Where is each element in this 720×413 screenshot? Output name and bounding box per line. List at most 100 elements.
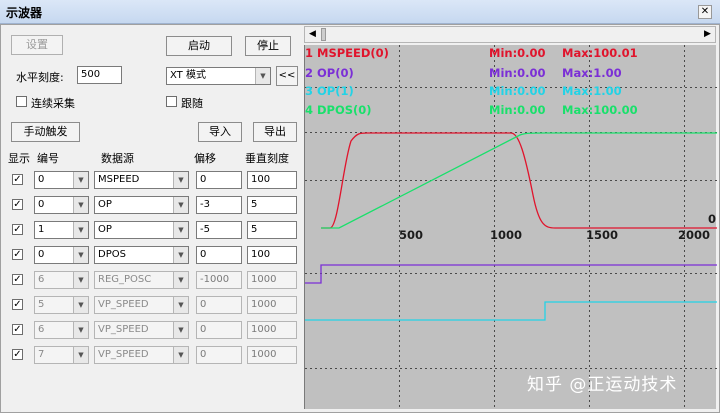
row-source-select[interactable]: MSPEED ▼ <box>94 171 189 189</box>
row-source-select[interactable]: REG_POSC ▼ <box>94 271 189 289</box>
legend-4-min: Min:0.00 <box>489 103 546 117</box>
row-source-value: OP <box>98 199 112 210</box>
row-show-checkbox[interactable]: ✓ <box>12 324 23 335</box>
row-scale-input[interactable]: 5 <box>247 221 297 239</box>
row-source-value: VP_SPEED <box>98 324 149 335</box>
row-number-value: 0 <box>38 174 45 185</box>
row-offset-input[interactable]: 0 <box>196 171 242 189</box>
row-offset-input[interactable]: 0 <box>196 321 242 339</box>
row-scale-input[interactable]: 100 <box>247 171 297 189</box>
header-show: 显示 <box>8 152 30 165</box>
row-number-select[interactable]: 6 ▼ <box>34 321 89 339</box>
oscilloscope-plot[interactable]: 1 MSPEED(0) Min:0.00 Max:100.01 2 OP(0) … <box>304 45 717 409</box>
row-number-select[interactable]: 5 ▼ <box>34 296 89 314</box>
row-number-select[interactable]: 0 ▼ <box>34 196 89 214</box>
legend-4-max: Max:100.00 <box>562 103 638 117</box>
chevron-down-icon: ▼ <box>173 197 188 213</box>
row-offset-input[interactable]: -5 <box>196 221 242 239</box>
settings-button[interactable]: 设置 <box>11 35 63 55</box>
row-show-checkbox[interactable]: ✓ <box>12 174 23 185</box>
row-source-value: MSPEED <box>98 174 140 185</box>
row-scale-input[interactable]: 1000 <box>247 271 297 289</box>
chevron-down-icon: ▼ <box>173 172 188 188</box>
row-number-select[interactable]: 1 ▼ <box>34 221 89 239</box>
row-number-value: 7 <box>38 349 45 360</box>
row-offset-input[interactable]: -1000 <box>196 271 242 289</box>
row-show-checkbox[interactable]: ✓ <box>12 199 23 210</box>
row-offset-input[interactable]: 0 <box>196 296 242 314</box>
row-offset-input[interactable]: 0 <box>196 346 242 364</box>
legend-1-max: Max:100.01 <box>562 46 638 60</box>
collapse-panel-button[interactable]: << <box>276 66 298 86</box>
row-scale-input[interactable]: 5 <box>247 196 297 214</box>
horizontal-scale-input[interactable]: 500 <box>77 66 122 84</box>
chevron-down-icon: ▼ <box>73 197 88 213</box>
scroll-right-icon[interactable]: ▶ <box>700 27 715 42</box>
row-source-select[interactable]: VP_SPEED ▼ <box>94 296 189 314</box>
import-button[interactable]: 导入 <box>198 122 242 142</box>
follow-checkbox[interactable] <box>166 96 177 107</box>
y-zero-label: 0 <box>708 212 717 226</box>
watermark-text: 知乎 @正运动技术 <box>527 375 678 395</box>
horizontal-scrollbar[interactable]: ◀ ▶ <box>304 26 716 43</box>
row-number-select[interactable]: 0 ▼ <box>34 171 89 189</box>
legend-2-max: Max:1.00 <box>562 66 622 80</box>
row-number-value: 0 <box>38 249 45 260</box>
legend-2-min: Min:0.00 <box>489 66 546 80</box>
row-source-select[interactable]: VP_SPEED ▼ <box>94 321 189 339</box>
stop-button[interactable]: 停止 <box>245 36 291 56</box>
chevron-down-icon: ▼ <box>173 272 188 288</box>
row-number-select[interactable]: 6 ▼ <box>34 271 89 289</box>
legend-3-name: 3 OP(1) <box>305 84 354 98</box>
x-tick-1500: 1500 <box>586 228 619 242</box>
chevron-down-icon: ▼ <box>73 272 88 288</box>
row-source-value: VP_SPEED <box>98 349 149 360</box>
start-button[interactable]: 启动 <box>166 36 232 56</box>
mode-select[interactable]: XT 模式 ▼ <box>166 67 271 85</box>
follow-label: 跟随 <box>181 97 203 110</box>
trace-op1 <box>305 301 717 321</box>
horizontal-scale-label: 水平刻度: <box>16 71 64 84</box>
row-number-select[interactable]: 0 ▼ <box>34 246 89 264</box>
row-show-checkbox[interactable]: ✓ <box>12 299 23 310</box>
row-show-checkbox[interactable]: ✓ <box>12 224 23 235</box>
row-show-checkbox[interactable]: ✓ <box>12 249 23 260</box>
chevron-down-icon: ▼ <box>73 172 88 188</box>
row-scale-input[interactable]: 1000 <box>247 321 297 339</box>
row-offset-input[interactable]: -3 <box>196 196 242 214</box>
row-scale-input[interactable]: 1000 <box>247 346 297 364</box>
row-number-value: 0 <box>38 199 45 210</box>
chevron-down-icon: ▼ <box>173 322 188 338</box>
legend-2-name: 2 OP(0) <box>305 66 354 80</box>
row-source-select[interactable]: OP ▼ <box>94 221 189 239</box>
scroll-thumb[interactable] <box>321 28 326 41</box>
chevron-down-icon: ▼ <box>173 222 188 238</box>
title-bar: 示波器 ✕ <box>0 0 720 24</box>
continuous-checkbox[interactable] <box>16 96 27 107</box>
row-source-select[interactable]: DPOS ▼ <box>94 246 189 264</box>
row-source-select[interactable]: OP ▼ <box>94 196 189 214</box>
row-show-checkbox[interactable]: ✓ <box>12 274 23 285</box>
close-icon[interactable]: ✕ <box>698 5 712 19</box>
scroll-left-icon[interactable]: ◀ <box>305 27 320 42</box>
plot-grid <box>305 45 717 409</box>
row-show-checkbox[interactable]: ✓ <box>12 349 23 360</box>
row-offset-input[interactable]: 0 <box>196 246 242 264</box>
mode-select-value: XT 模式 <box>170 70 206 81</box>
row-scale-input[interactable]: 100 <box>247 246 297 264</box>
chevron-down-icon: ▼ <box>73 222 88 238</box>
row-number-select[interactable]: 7 ▼ <box>34 346 89 364</box>
row-number-value: 6 <box>38 324 45 335</box>
row-source-select[interactable]: VP_SPEED ▼ <box>94 346 189 364</box>
row-source-value: VP_SPEED <box>98 299 149 310</box>
row-source-value: OP <box>98 224 112 235</box>
row-scale-input[interactable]: 1000 <box>247 296 297 314</box>
export-button[interactable]: 导出 <box>253 122 297 142</box>
row-source-value: REG_POSC <box>98 274 152 285</box>
legend-3-max: Max:1.00 <box>562 84 622 98</box>
row-number-value: 6 <box>38 274 45 285</box>
plot-canvas <box>305 45 717 409</box>
row-number-value: 5 <box>38 299 45 310</box>
manual-trigger-button[interactable]: 手动触发 <box>11 122 80 142</box>
window-title: 示波器 <box>6 6 43 20</box>
